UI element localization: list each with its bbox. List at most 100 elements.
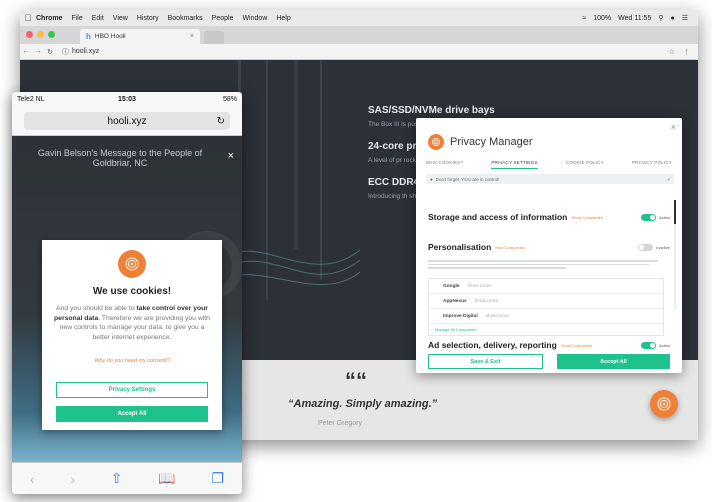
phone-url-text: hooli.xyz xyxy=(107,115,147,127)
personalisation-description xyxy=(428,260,658,272)
battery-percent[interactable]: 100% xyxy=(593,15,611,22)
notice-text: Don't forget, YOU are in control! xyxy=(435,176,500,182)
hide-companies-link[interactable]: Hide Companies xyxy=(495,245,525,250)
vendor-more-link[interactable]: show more xyxy=(475,299,498,304)
share-icon[interactable]: ⇧ xyxy=(111,470,123,487)
tab-title: HBO Hooli xyxy=(94,33,126,40)
vendor-row[interactable]: Improve Digital show more xyxy=(429,309,663,324)
toggle-label: Inactive xyxy=(656,244,670,250)
vendor-more-link[interactable]: show more xyxy=(468,284,491,289)
ad-selection-toggle[interactable] xyxy=(641,341,657,349)
tab-why-cookies[interactable]: WHY COOKIES? xyxy=(426,160,463,169)
vendor-list: Google show more AppNexus show more Impr… xyxy=(428,278,664,336)
quote-mark-icon: ““ xyxy=(345,368,367,393)
menu-bookmarks[interactable]: Bookmarks xyxy=(168,15,203,22)
privacy-manager-header: Privacy Manager xyxy=(428,134,533,150)
scrollbar-thumb[interactable] xyxy=(674,200,676,224)
phone-clock: 15:03 xyxy=(118,95,136,103)
privacy-manager-tabs: WHY COOKIES? PRIVACY SETTINGS COOKIE POL… xyxy=(426,160,672,169)
menu-people[interactable]: People xyxy=(212,15,234,22)
show-companies-link[interactable]: Show Companies xyxy=(561,343,592,348)
vendor-row[interactable]: AppNexus show more xyxy=(429,294,663,309)
toggle-group: Inactive xyxy=(638,243,670,251)
personalisation-toggle[interactable] xyxy=(638,243,654,251)
spotlight-search-icon[interactable]: ⚲ xyxy=(658,14,663,22)
toggle-label: Active xyxy=(659,342,670,348)
forward-arrow-icon[interactable]: → xyxy=(32,48,44,55)
close-icon[interactable]: × xyxy=(228,150,234,162)
bookmarks-icon[interactable]: 📖 xyxy=(158,470,175,487)
menu-history[interactable]: History xyxy=(137,15,159,22)
tab-cookie-policy[interactable]: COOKIE POLICY xyxy=(566,160,604,169)
zoom-window-button[interactable] xyxy=(48,31,55,38)
modal-scrollbar[interactable] xyxy=(674,200,676,310)
menu-edit[interactable]: Edit xyxy=(92,15,104,22)
safari-bottom-toolbar: ‹ › ⇧ 📖 ❐ xyxy=(12,462,242,494)
article-headline: Gavin Belson's Message to the People of … xyxy=(37,148,203,169)
dismiss-notice-icon[interactable]: × xyxy=(667,177,674,182)
fingerprint-logo-icon xyxy=(428,134,444,150)
bookmark-star-icon[interactable]: ☆ xyxy=(669,48,675,56)
browser-tab-bar: h HBO Hooli × xyxy=(20,26,698,44)
manage-companies-row[interactable]: Manage All Companies xyxy=(429,324,663,335)
browser-tab[interactable]: h HBO Hooli × xyxy=(80,29,200,44)
save-exit-button[interactable]: Save & Exit xyxy=(428,354,543,369)
toolbar-actions: ☆ ⋮ xyxy=(669,48,698,56)
privacy-fab-button[interactable] xyxy=(650,390,678,418)
privacy-settings-button[interactable]: Privacy Settings xyxy=(56,382,208,398)
menu-file[interactable]: File xyxy=(71,15,82,22)
menubar-clock[interactable]: Wed 11:55 xyxy=(618,15,651,22)
close-icon[interactable]: × xyxy=(671,122,676,132)
cookie-body: And you should be able to take control o… xyxy=(54,304,210,342)
menu-view[interactable]: View xyxy=(113,15,128,22)
accept-all-button[interactable]: Accept All xyxy=(557,354,670,369)
close-window-button[interactable] xyxy=(26,31,33,38)
storage-toggle[interactable] xyxy=(641,213,657,221)
back-icon[interactable]: ‹ xyxy=(30,471,35,487)
testimonial-quote: “Amazing. Simply amazing.” xyxy=(288,398,438,410)
vendor-more-link[interactable]: show more xyxy=(486,314,509,319)
tabs-icon[interactable]: ❐ xyxy=(212,470,225,487)
back-arrow-icon[interactable]: ← xyxy=(20,48,32,55)
wifi-icon[interactable]: ≈ xyxy=(582,15,586,22)
phone-address-field[interactable]: hooli.xyz ↻ xyxy=(24,112,230,130)
apple-icon[interactable]:  xyxy=(20,13,36,23)
minimize-window-button[interactable] xyxy=(37,31,44,38)
siri-icon[interactable]: ● xyxy=(670,15,674,22)
notification-center-icon[interactable]: ☰ xyxy=(682,14,688,22)
mobile-phone-screen: Tele2 NL 15:03 58% hooli.xyz ↻ Gavin Bel… xyxy=(12,92,242,494)
forward-icon[interactable]: › xyxy=(70,471,75,487)
feature-title: SAS/SSD/NVMe drive bays xyxy=(368,105,495,116)
consent-reason-link[interactable]: Why do you need my consent? xyxy=(42,358,222,364)
menu-help[interactable]: Help xyxy=(276,15,290,22)
section-personalisation: Personalisation Hide Companies Inactive xyxy=(428,242,670,252)
info-dot-icon: ● xyxy=(430,176,433,182)
menu-window[interactable]: Window xyxy=(242,15,267,22)
reload-icon[interactable]: ↻ xyxy=(217,116,225,127)
privacy-manager-title: Privacy Manager xyxy=(450,136,533,148)
page-info-icon[interactable]: ⓘ xyxy=(62,47,69,57)
fingerprint-icon xyxy=(657,397,671,411)
browser-menu-icon[interactable]: ⋮ xyxy=(683,48,690,56)
reload-icon[interactable]: ↻ xyxy=(44,48,56,56)
manage-companies-link[interactable]: Manage All Companies xyxy=(435,327,476,332)
accept-all-button[interactable]: Accept All xyxy=(56,406,208,422)
menu-app-name[interactable]: Chrome xyxy=(36,15,62,22)
phone-status-bar: Tele2 NL 15:03 58% xyxy=(12,92,242,106)
toggle-group: Active xyxy=(641,213,670,221)
vendor-name: AppNexus xyxy=(443,298,467,304)
tab-privacy-policy[interactable]: PRIVACY POLICY xyxy=(632,160,672,169)
window-controls xyxy=(26,31,55,38)
new-tab-button[interactable] xyxy=(204,31,224,44)
tab-privacy-settings[interactable]: PRIVACY SETTINGS xyxy=(491,160,538,169)
vendor-name: Google xyxy=(443,283,460,289)
section-title: Personalisation xyxy=(428,242,492,252)
favicon-icon: h xyxy=(86,32,91,41)
phone-url-bar: hooli.xyz ↻ xyxy=(12,106,242,136)
control-notice-banner: ● Don't forget, YOU are in control! × xyxy=(426,174,674,184)
vendor-row[interactable]: Google show more xyxy=(429,279,663,294)
address-bar[interactable]: ⓘ hooli.xyz xyxy=(62,47,99,57)
vendor-name: Improve Digital xyxy=(443,313,478,319)
show-companies-link[interactable]: Show Companies xyxy=(571,215,602,220)
close-tab-icon[interactable]: × xyxy=(190,33,194,40)
